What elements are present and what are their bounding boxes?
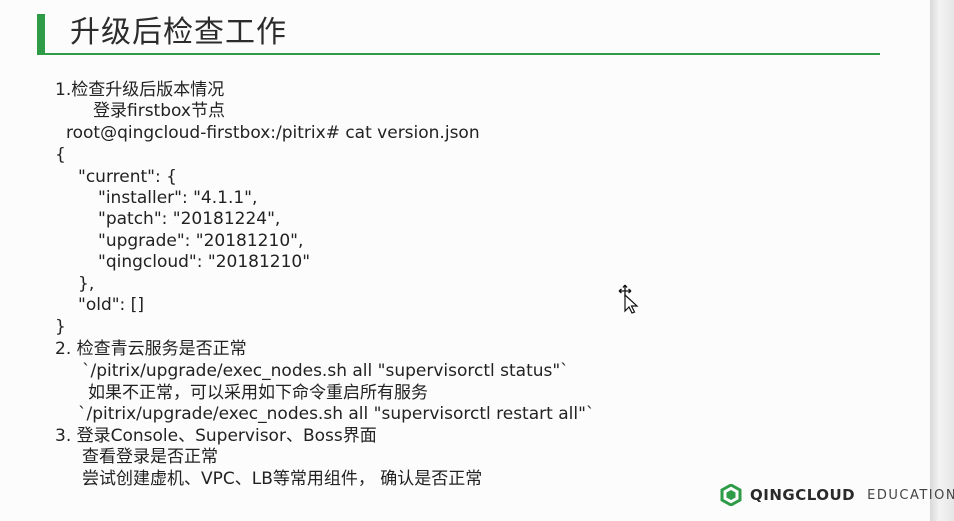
- step-2-heading: 2. 检查青云服务是否正常: [55, 339, 247, 359]
- logo-sub-text: EDUCATION: [867, 487, 954, 503]
- step-1-heading: 1.检查升级后版本情况: [55, 80, 225, 100]
- json-open-brace: {: [55, 145, 66, 165]
- json-qingcloud: "qingcloud": "20181210": [98, 252, 311, 272]
- status-command: `/pitrix/upgrade/exec_nodes.sh all "supe…: [82, 361, 569, 381]
- step-3-heading: 3. 登录Console、Supervisor、Boss界面: [55, 426, 377, 446]
- restart-command: `/pitrix/upgrade/exec_nodes.sh all "supe…: [78, 404, 595, 424]
- qingcloud-logo: QINGCLOUD EDUCATION: [720, 482, 954, 508]
- login-check-note: 查看登录是否正常: [82, 447, 218, 467]
- slide-title: 升级后检查工作: [70, 15, 287, 50]
- qingcloud-logo-icon: [720, 484, 742, 506]
- json-current-key: "current": {: [78, 167, 177, 187]
- json-current-close: },: [78, 274, 95, 294]
- window-edge: [930, 0, 954, 521]
- command-line: root@qingcloud-firstbox:/pitrix# cat ver…: [66, 123, 480, 143]
- title-accent-bar: [37, 14, 45, 54]
- restart-note: 如果不正常，可以采用如下命令重启所有服务: [88, 383, 428, 403]
- json-patch: "patch": "20181224",: [98, 209, 281, 229]
- json-upgrade: "upgrade": "20181210",: [98, 231, 304, 251]
- json-close-brace: }: [55, 317, 66, 337]
- component-check-note: 尝试创建虚机、VPC、LB等常用组件， 确认是否正常: [82, 469, 483, 489]
- logo-brand-text: QINGCLOUD: [750, 486, 856, 504]
- move-cursor-icon: [618, 284, 639, 314]
- step-1-login-note: 登录firstbox节点: [93, 101, 225, 121]
- json-old: "old": []: [78, 295, 144, 315]
- json-installer: "installer": "4.1.1",: [98, 188, 258, 208]
- title-underline: [37, 53, 880, 55]
